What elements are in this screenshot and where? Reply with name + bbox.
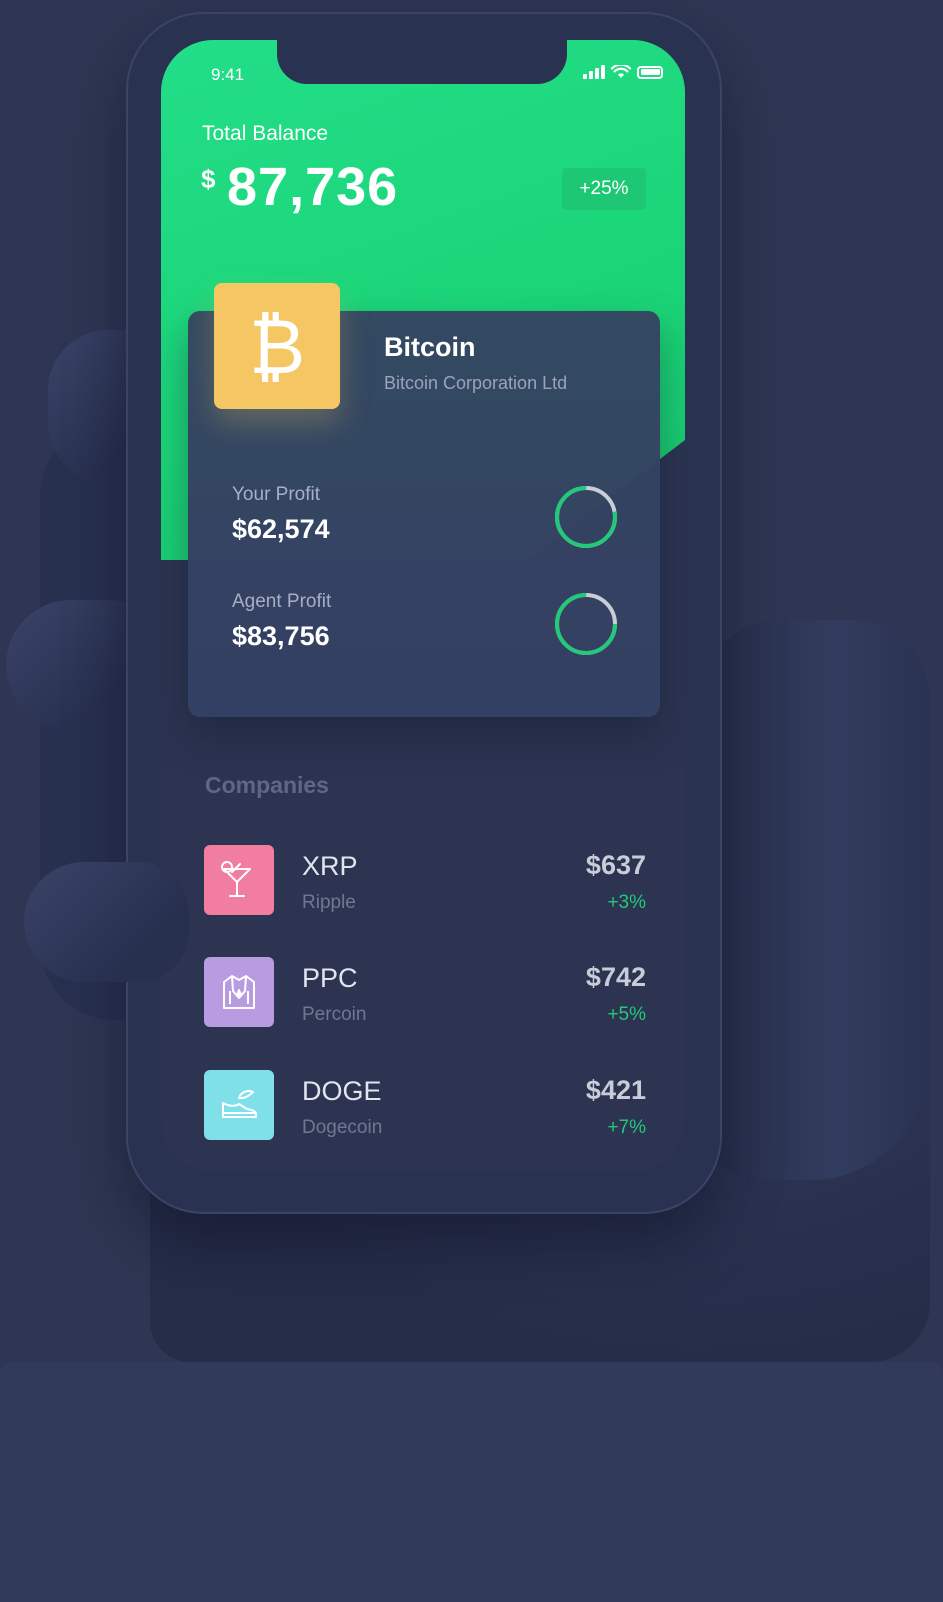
company-ticker: DOGE bbox=[302, 1076, 382, 1106]
company-name: Dogecoin bbox=[302, 1117, 383, 1138]
your-profit-value: $62,574 bbox=[232, 514, 330, 544]
agent-profit-ring bbox=[555, 593, 617, 655]
sneaker-icon bbox=[222, 1090, 257, 1118]
company-ticker: XRP bbox=[302, 851, 358, 881]
balance-currency: $ bbox=[201, 164, 216, 194]
company-row-ppc[interactable]: PPC Percoin $742 +5% bbox=[204, 957, 646, 1029]
wifi-icon bbox=[611, 65, 631, 78]
company-change: +3% bbox=[607, 892, 646, 913]
company-icon-tile bbox=[204, 957, 274, 1027]
companies-title: Companies bbox=[205, 772, 329, 798]
your-profit-label: Your Profit bbox=[232, 484, 321, 505]
balance-change-badge[interactable]: +25% bbox=[562, 168, 646, 210]
company-name: Ripple bbox=[302, 892, 356, 913]
company-name: Percoin bbox=[302, 1004, 367, 1025]
total-balance-value: 87,736 bbox=[227, 157, 399, 217]
company-price: $742 bbox=[585, 962, 646, 992]
total-balance-label: Total Balance bbox=[202, 122, 329, 145]
status-icons bbox=[583, 65, 663, 79]
company-change: +5% bbox=[607, 1004, 646, 1025]
app-screen: 9:41 Total Balance $ 87,736 +25% ₿ Bitco… bbox=[161, 40, 685, 1172]
bottom-surface bbox=[0, 1362, 943, 1602]
coin-name: Bitcoin bbox=[384, 332, 476, 362]
company-icon-tile bbox=[204, 1070, 274, 1140]
hand-thumb-front bbox=[24, 862, 189, 982]
jacket-icon bbox=[223, 975, 255, 1009]
signal-icon bbox=[583, 65, 605, 79]
company-icon-tile bbox=[204, 845, 274, 915]
company-row-doge[interactable]: DOGE Dogecoin $421 +7% bbox=[204, 1070, 646, 1142]
company-price: $421 bbox=[585, 1075, 646, 1105]
status-time: 9:41 bbox=[211, 65, 245, 84]
agent-profit-value: $83,756 bbox=[232, 621, 330, 651]
company-price: $637 bbox=[585, 850, 646, 880]
bitcoin-icon: ₿ bbox=[214, 283, 340, 409]
phone-notch bbox=[277, 40, 567, 84]
company-ticker: PPC bbox=[302, 963, 358, 993]
company-change: +7% bbox=[607, 1117, 646, 1138]
battery-icon bbox=[637, 65, 663, 79]
hand-thumb bbox=[700, 620, 930, 1180]
your-profit-ring bbox=[555, 486, 617, 548]
company-row-xrp[interactable]: XRP Ripple $637 +3% bbox=[204, 845, 646, 917]
cocktail-icon bbox=[221, 861, 251, 897]
agent-profit-label: Agent Profit bbox=[232, 591, 332, 612]
coin-corporation: Bitcoin Corporation Ltd bbox=[384, 373, 568, 393]
